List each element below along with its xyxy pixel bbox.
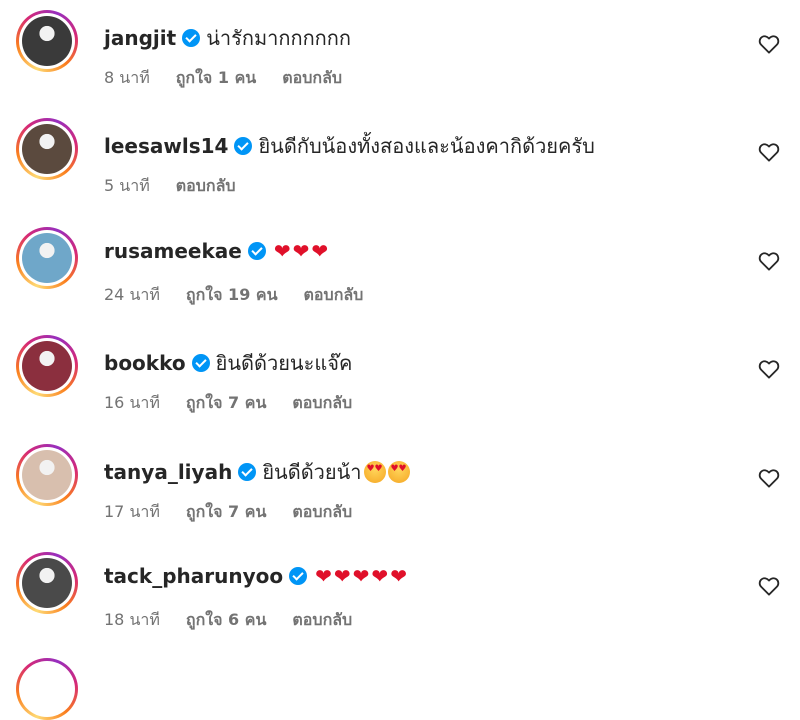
comment-meta: 17 นาที ถูกใจ 7 คน ตอบกลับ [104,500,378,525]
comment-text: น่ารักมากกกกกก [206,26,352,50]
heart-outline-icon[interactable] [758,251,782,273]
comment-time[interactable]: 24 นาที [104,285,160,304]
reply-button[interactable]: ตอบกลับ [282,68,342,87]
username-link[interactable]: tanya_liyah [104,460,232,484]
like-count[interactable]: ถูกใจ 1 คน [176,68,256,87]
avatar [22,450,72,500]
heart-emoji: ❤ [315,564,332,588]
like-count[interactable]: ถูกใจ 7 คน [186,393,266,412]
verified-badge-icon [247,242,266,260]
like-count[interactable]: ถูกใจ 7 คน [186,502,266,521]
heart-outline-icon[interactable] [758,359,782,381]
avatar [22,16,72,66]
avatar-ring[interactable] [16,118,78,180]
username-link[interactable]: rusameekae [104,239,242,263]
comment-item: leesawls14 ยินดีกับน้องทั้งสองและน้องคากิ… [0,108,800,216]
reply-button[interactable]: ตอบกลับ [292,610,352,629]
comment-text: ยินดีด้วยน้า [262,460,362,484]
avatar-ring[interactable] [16,335,78,397]
heart-outline-icon[interactable] [758,34,782,56]
heart-emoji: ❤ [390,564,407,588]
avatar-ring[interactable] [16,552,78,614]
comment-meta: 16 นาที ถูกใจ 7 คน ตอบกลับ [104,391,378,416]
comment-time[interactable]: 16 นาที [104,393,160,412]
comment-emojis: ❤ ❤ ❤ [272,239,328,263]
verified-badge-icon [182,29,201,47]
heart-emoji: ❤ [273,239,291,263]
username-link[interactable]: leesawls14 [104,134,228,158]
avatar-ring-partial[interactable] [16,658,78,720]
comment-meta: 8 นาที ถูกใจ 1 คน ตอบกลับ [104,66,368,91]
reply-button[interactable]: ตอบกลับ [292,502,352,521]
heart-emoji: ❤ [311,239,329,263]
comment-meta: 24 นาที ถูกใจ 19 คน ตอบกลับ [104,283,389,308]
heart-outline-icon[interactable] [758,576,782,598]
heart-eyes-emoji [387,461,410,483]
comment-time[interactable]: 8 นาที [104,68,150,87]
heart-outline-icon[interactable] [758,142,782,164]
comment-time[interactable]: 18 นาที [104,610,160,629]
verified-badge-icon [238,463,257,481]
reply-button[interactable]: ตอบกลับ [304,285,364,304]
heart-eyes-emoji [363,461,386,483]
reply-button[interactable]: ตอบกลับ [176,176,236,195]
username-link[interactable]: bookko [104,351,186,375]
comment-emojis [362,460,410,484]
comment-item: bookko ยินดีด้วยนะแจ๊ค 16 นาที ถูกใจ 7 คน ต… [0,325,800,433]
like-count[interactable]: ถูกใจ 19 คน [186,285,278,304]
heart-emoji: ❤ [333,564,351,588]
reply-button[interactable]: ตอบกลับ [292,393,352,412]
heart-emoji: ❤ [371,564,389,588]
avatar [22,124,72,174]
comment-item: rusameekae ❤ ❤ ❤ 24 นาที ถูกใจ 19 คน ตอบกลับ [0,217,800,325]
heart-emoji: ❤ [292,239,310,263]
avatar-ring[interactable] [16,227,78,289]
comment-text: ยินดีกับน้องทั้งสองและน้องคากิด้วยครับ [258,134,595,158]
comment-emojis: ❤ ❤ ❤ ❤ ❤ [313,564,407,588]
comment-time[interactable]: 17 นาที [104,502,160,521]
avatar [22,341,72,391]
like-count[interactable]: ถูกใจ 6 คน [186,610,266,629]
username-link[interactable]: jangjit [104,26,176,50]
comment-item: jangjit น่ารักมากกกกกก 8 นาที ถูกใจ 1 คน ตอ… [0,0,800,108]
verified-badge-icon [191,354,210,372]
verified-badge-icon [289,567,308,585]
heart-outline-icon[interactable] [758,468,782,490]
comment-item: tanya_liyah ยินดีด้วยน้า 17 นาที ถูกใจ 7 ค… [0,434,800,542]
comment-meta: 5 นาที ตอบกลับ [104,174,262,199]
comment-time[interactable]: 5 นาที [104,176,150,195]
avatar [22,558,72,608]
heart-emoji: ❤ [352,564,370,588]
comment-text: ยินดีด้วยนะแจ๊ค [215,351,353,375]
comment-item: tack_pharunyoo ❤ ❤ ❤ ❤ ❤ 18 นาที ถูกใจ 6 คน ตอบ… [0,542,800,650]
avatar [22,233,72,283]
username-link[interactable]: tack_pharunyoo [104,564,283,588]
avatar-ring[interactable] [16,10,78,72]
avatar-ring[interactable] [16,444,78,506]
comment-meta: 18 นาที ถูกใจ 6 คน ตอบกลับ [104,608,378,633]
verified-badge-icon [234,137,253,155]
